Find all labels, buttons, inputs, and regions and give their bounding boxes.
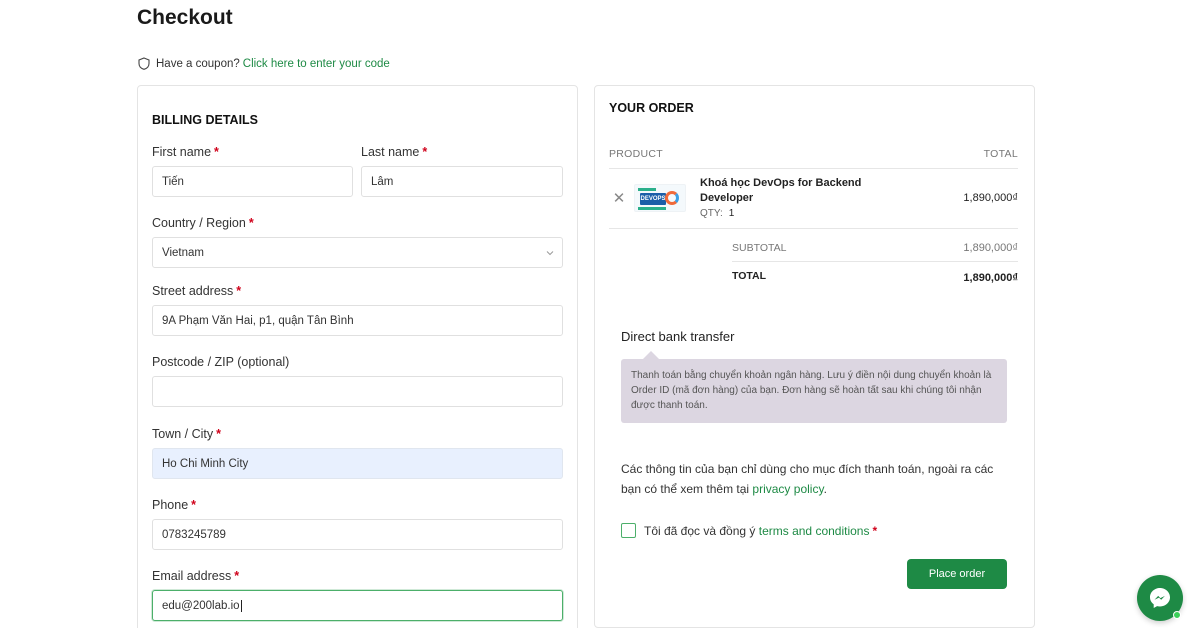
required-mark: *: [216, 427, 222, 441]
payment-description: Thanh toán bằng chuyển khoản ngân hàng. …: [621, 359, 1007, 423]
thumb-badge: DEVOPS: [640, 193, 666, 205]
billing-title: BILLING DETAILS: [152, 113, 259, 127]
total-value: 1,890,000₫: [963, 272, 1018, 284]
country-select-value: Vietnam: [162, 246, 204, 259]
email-field[interactable]: edu@200lab.io: [152, 590, 563, 621]
shield-icon: [138, 57, 150, 70]
last-name-label-text: Last name: [361, 145, 420, 159]
phone-input[interactable]: 0783245789: [152, 519, 563, 550]
city-label: Town / City *: [152, 427, 221, 441]
order-panel: [594, 85, 1035, 628]
order-title: YOUR ORDER: [609, 101, 694, 115]
city-label-text: Town / City: [152, 427, 214, 441]
close-icon[interactable]: ✕: [612, 191, 626, 207]
total-column-header: TOTAL: [983, 148, 1018, 160]
thumb-bar: [638, 207, 666, 210]
qty-value: 1: [728, 208, 735, 219]
required-mark: *: [236, 284, 242, 298]
first-name-label-text: First name: [152, 145, 212, 159]
page-title: Checkout: [137, 6, 233, 29]
required-mark: *: [422, 145, 428, 159]
required-mark: *: [872, 523, 878, 538]
coupon-text: Have a coupon?: [156, 57, 240, 70]
text-caret: [240, 599, 242, 612]
postcode-input[interactable]: [152, 376, 563, 407]
country-label: Country / Region *: [152, 216, 254, 230]
place-order-button[interactable]: Place order: [907, 559, 1007, 589]
product-thumbnail: DEVOPS: [634, 184, 686, 212]
terms-text: Tôi đã đọc và đồng ý: [644, 523, 756, 538]
coupon-notice: Have a coupon? Click here to enter your …: [138, 57, 390, 70]
divider: [609, 228, 1018, 229]
street-address-input[interactable]: 9A Phạm Văn Hai, p1, quận Tân Bình: [152, 305, 563, 336]
thumb-bar: [638, 188, 656, 191]
email-label-text: Email address: [152, 569, 232, 583]
messenger-icon: [1150, 588, 1170, 608]
messenger-chat-button[interactable]: [1137, 575, 1183, 621]
phone-label: Phone *: [152, 498, 196, 512]
product-price: 1,890,000₫: [963, 192, 1018, 204]
qty-label: QTY:: [700, 208, 723, 219]
required-mark: *: [214, 145, 219, 159]
email-field-value: edu@200lab.io: [162, 599, 240, 612]
total-label: TOTAL: [732, 270, 767, 282]
email-label: Email address *: [152, 569, 239, 583]
first-name-input[interactable]: Tiến: [152, 166, 353, 197]
phone-label-text: Phone: [152, 498, 189, 512]
payment-method-title[interactable]: Direct bank transfer: [621, 329, 734, 344]
privacy-end: .: [823, 482, 827, 496]
privacy-policy-link[interactable]: privacy policy: [752, 482, 823, 496]
first-name-label: First name *: [152, 145, 219, 159]
city-input[interactable]: Ho Chi Minh City: [152, 448, 563, 479]
last-name-label: Last name *: [361, 145, 427, 159]
chevron-down-icon: [546, 251, 554, 256]
divider: [732, 261, 1018, 262]
product-column-header: PRODUCT: [609, 148, 664, 160]
terms-link[interactable]: terms and conditions: [759, 524, 870, 538]
terms-row: Tôi đã đọc và đồng ý terms and condition…: [621, 523, 877, 538]
payment-note-arrow: [643, 351, 659, 359]
privacy-notice: Các thông tin của bạn chỉ dùng cho mục đ…: [621, 459, 1016, 499]
terms-checkbox[interactable]: [621, 523, 636, 538]
last-name-input[interactable]: Lâm: [361, 166, 563, 197]
country-select[interactable]: Vietnam: [152, 237, 563, 268]
subtotal-value: 1,890,000₫: [963, 242, 1018, 254]
required-mark: *: [234, 569, 240, 583]
product-name: Khoá học DevOps for Backend Developer: [700, 177, 862, 204]
street-label: Street address *: [152, 284, 241, 298]
subtotal-label: SUBTOTAL: [732, 242, 787, 254]
country-label-text: Country / Region: [152, 216, 246, 230]
coupon-link[interactable]: Click here to enter your code: [243, 58, 390, 70]
required-mark: *: [248, 216, 254, 230]
product-qty: QTY: 1: [700, 208, 734, 219]
thumb-ring: [665, 191, 679, 205]
required-mark: *: [191, 498, 197, 512]
online-status-dot: [1173, 611, 1181, 619]
postcode-label: Postcode / ZIP (optional): [152, 355, 290, 369]
street-label-text: Street address: [152, 284, 234, 298]
divider: [609, 168, 1018, 169]
